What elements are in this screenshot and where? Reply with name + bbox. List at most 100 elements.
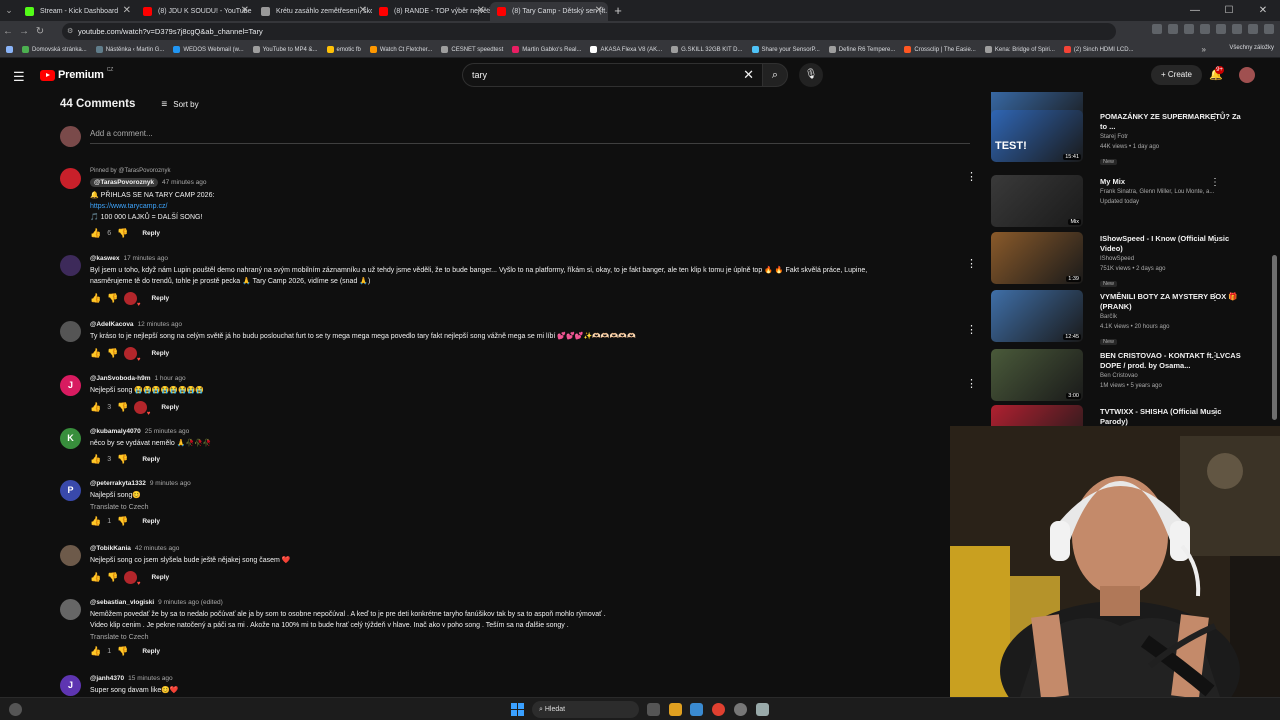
comment-more-icon[interactable]: ⋮ bbox=[966, 377, 977, 390]
bookmark-item[interactable]: YouTube to MP4 &... bbox=[252, 46, 318, 53]
comment-time[interactable]: 1 hour ago bbox=[155, 375, 186, 382]
commenter-avatar[interactable]: K bbox=[60, 428, 81, 449]
bookmark-item[interactable]: Kena: Bridge of Spiri... bbox=[984, 46, 1055, 53]
video-more-icon[interactable]: ⋮ bbox=[1210, 177, 1220, 188]
comment-author[interactable]: @AdelKacova bbox=[90, 321, 134, 328]
youtube-logo[interactable]: Premium CZ bbox=[40, 67, 113, 81]
video-more-icon[interactable]: ⋮ bbox=[1210, 292, 1220, 303]
related-video-card[interactable]: 3:00 BEN CRISTOVAO - KONTAKT ft. LVCAS DO… bbox=[991, 349, 1261, 404]
browser-tab[interactable]: (8) JDU K SOUDU! - YouTube ✕ bbox=[136, 2, 254, 21]
forward-icon[interactable]: → bbox=[16, 26, 32, 37]
extension-icon[interactable] bbox=[1200, 24, 1210, 34]
video-title[interactable]: VYMĚNILI BOTY ZA MYSTERY BOX 🎁 (PRANK) bbox=[1100, 292, 1248, 312]
reply-button[interactable]: Reply bbox=[151, 350, 169, 357]
reply-button[interactable]: Reply bbox=[151, 574, 169, 581]
commenter-avatar[interactable]: J bbox=[60, 675, 81, 696]
video-thumbnail[interactable]: 1:39 bbox=[991, 232, 1083, 284]
reply-button[interactable]: Reply bbox=[142, 648, 160, 655]
dislike-icon[interactable]: 👎 bbox=[107, 293, 118, 304]
browser-tab[interactable]: Krétu zasáhlo zemětřesení, škody ✕ bbox=[254, 2, 372, 21]
task-view-icon[interactable] bbox=[647, 703, 660, 716]
comment-more-icon[interactable]: ⋮ bbox=[966, 170, 977, 183]
video-title[interactable]: POMAZÁNKY ZE SUPERMARKETŮ? Za to ... bbox=[1100, 112, 1248, 132]
url-input[interactable]: ⚙ youtube.com/watch?v=D379s7j8cgQ&ab_cha… bbox=[62, 23, 1116, 40]
bookmark-item[interactable]: G.SKILL 32GB KIT D... bbox=[671, 46, 743, 53]
like-icon[interactable]: 👍 bbox=[90, 348, 101, 359]
chrome-icon[interactable] bbox=[712, 703, 725, 716]
tab-search-icon[interactable]: ⌄ bbox=[0, 0, 18, 21]
bookmark-item[interactable]: Define R6 Tempere... bbox=[828, 46, 895, 53]
comment-time[interactable]: 12 minutes ago bbox=[138, 321, 182, 328]
video-title[interactable]: TVTWIXX - SHISHA (Official Music Parody) bbox=[1100, 407, 1248, 426]
tab-close-icon[interactable]: ✕ bbox=[595, 5, 603, 16]
bookmark-item[interactable]: Domovská stránka... bbox=[22, 46, 87, 53]
comment-time[interactable]: 42 minutes ago bbox=[135, 545, 179, 552]
commenter-avatar[interactable] bbox=[60, 321, 81, 342]
video-thumbnail[interactable]: 12:45 bbox=[991, 290, 1083, 342]
video-title[interactable]: BEN CRISTOVAO - KONTAKT ft. LVCAS DOPE /… bbox=[1100, 351, 1248, 371]
dislike-icon[interactable]: 👎 bbox=[117, 516, 128, 527]
comment-author[interactable]: @TobikKania bbox=[90, 545, 131, 552]
commenter-avatar[interactable] bbox=[60, 545, 81, 566]
new-tab-button[interactable]: + bbox=[608, 3, 628, 18]
translate-link[interactable]: Translate to Czech bbox=[90, 504, 950, 511]
commenter-avatar[interactable] bbox=[60, 168, 81, 189]
video-thumbnail[interactable]: Mix bbox=[991, 175, 1083, 227]
bookmark-item[interactable]: (2) Sinch HDMI LCD... bbox=[1063, 46, 1134, 53]
comment-more-icon[interactable]: ⋮ bbox=[966, 323, 977, 336]
bookmark-item[interactable]: emotic fb bbox=[326, 46, 361, 53]
related-video-card[interactable]: TVTWIXX - SHISHA (Official Music Parody)… bbox=[991, 405, 1261, 426]
like-icon[interactable]: 👍 bbox=[90, 402, 101, 413]
search-input[interactable]: tary ✕ bbox=[462, 63, 762, 87]
sidebar-scrollbar[interactable] bbox=[1272, 255, 1277, 420]
bookmark-item[interactable]: Crossclip | The Easie... bbox=[904, 46, 976, 53]
site-info-icon[interactable]: ⚙ bbox=[67, 23, 73, 40]
profile-icon[interactable] bbox=[1248, 24, 1258, 34]
download-icon[interactable] bbox=[1232, 24, 1242, 34]
related-video-card[interactable]: 12:45 VYMĚNILI BOTY ZA MYSTERY BOX 🎁 (PRA… bbox=[991, 290, 1261, 345]
bookmark-item[interactable]: Nástěnka ‹ Martin G... bbox=[95, 46, 164, 53]
video-thumbnail[interactable]: 3:00 bbox=[991, 349, 1083, 401]
tab-close-icon[interactable]: ✕ bbox=[359, 5, 367, 16]
settings-gear-icon[interactable] bbox=[756, 703, 769, 716]
like-icon[interactable]: 👍 bbox=[90, 646, 101, 657]
video-thumbnail[interactable]: TEST! 15:41 bbox=[991, 110, 1083, 162]
account-avatar[interactable] bbox=[1239, 67, 1255, 83]
start-menu-icon[interactable] bbox=[511, 703, 524, 716]
video-more-icon[interactable]: ⋮ bbox=[1210, 234, 1220, 245]
translate-link[interactable]: Translate to Czech bbox=[90, 634, 950, 641]
comment-time[interactable]: 17 minutes ago bbox=[123, 255, 167, 262]
bookmark-item[interactable]: Share your SensorP... bbox=[751, 46, 820, 53]
tab-close-icon[interactable]: ✕ bbox=[123, 5, 131, 16]
voice-search-button[interactable]: 🎙 bbox=[799, 63, 823, 87]
bookmark-item[interactable]: CESNET speedtest bbox=[441, 46, 503, 53]
related-video-card[interactable]: Mix My Mix Frank Sinatra, Glenn Miller, Lo… bbox=[991, 175, 1261, 230]
commenter-avatar[interactable]: P bbox=[60, 480, 81, 501]
reply-button[interactable]: Reply bbox=[161, 404, 179, 411]
comment-author[interactable]: @janh4370 bbox=[90, 675, 124, 682]
browser-tab[interactable]: Stream - Kick Dashboard ✕ bbox=[18, 2, 136, 21]
related-video-card[interactable]: TEST! 15:41 POMAZÁNKY ZE SUPERMARKETŮ? Za … bbox=[991, 110, 1261, 165]
reload-icon[interactable]: ↻ bbox=[32, 26, 48, 37]
dislike-icon[interactable]: 👎 bbox=[107, 348, 118, 359]
bookmark-star-icon[interactable] bbox=[1184, 24, 1194, 34]
dislike-icon[interactable]: 👎 bbox=[117, 228, 128, 239]
comment-time[interactable]: 47 minutes ago bbox=[162, 179, 206, 186]
dislike-icon[interactable]: 👎 bbox=[117, 402, 128, 413]
comment-author[interactable]: @kaswex bbox=[90, 255, 119, 262]
minimize-icon[interactable]: — bbox=[1178, 0, 1212, 21]
browser-tab[interactable]: (8) Tary Camp - Dětský sen (ft. Ř ✕ bbox=[490, 2, 608, 21]
video-channel[interactable]: IShowSpeed bbox=[1100, 254, 1248, 264]
apps-icon[interactable] bbox=[6, 46, 13, 53]
all-bookmarks-folder[interactable]: Všechny záložky bbox=[1229, 45, 1274, 51]
commenter-avatar[interactable]: J bbox=[60, 375, 81, 396]
more-bookmarks-icon[interactable]: » bbox=[1202, 45, 1206, 54]
comment-time[interactable]: 25 minutes ago bbox=[145, 428, 189, 435]
video-thumbnail[interactable] bbox=[991, 405, 1083, 426]
video-channel[interactable]: Frank Sinatra, Glenn Miller, Lou Monte, … bbox=[1100, 187, 1248, 197]
taskbar-search-input[interactable]: ⌕ Hledat bbox=[532, 701, 639, 718]
browser-menu-icon[interactable] bbox=[1264, 24, 1274, 34]
comment-time[interactable]: 9 minutes ago bbox=[150, 480, 191, 487]
commenter-avatar[interactable] bbox=[60, 599, 81, 620]
reply-button[interactable]: Reply bbox=[142, 456, 160, 463]
